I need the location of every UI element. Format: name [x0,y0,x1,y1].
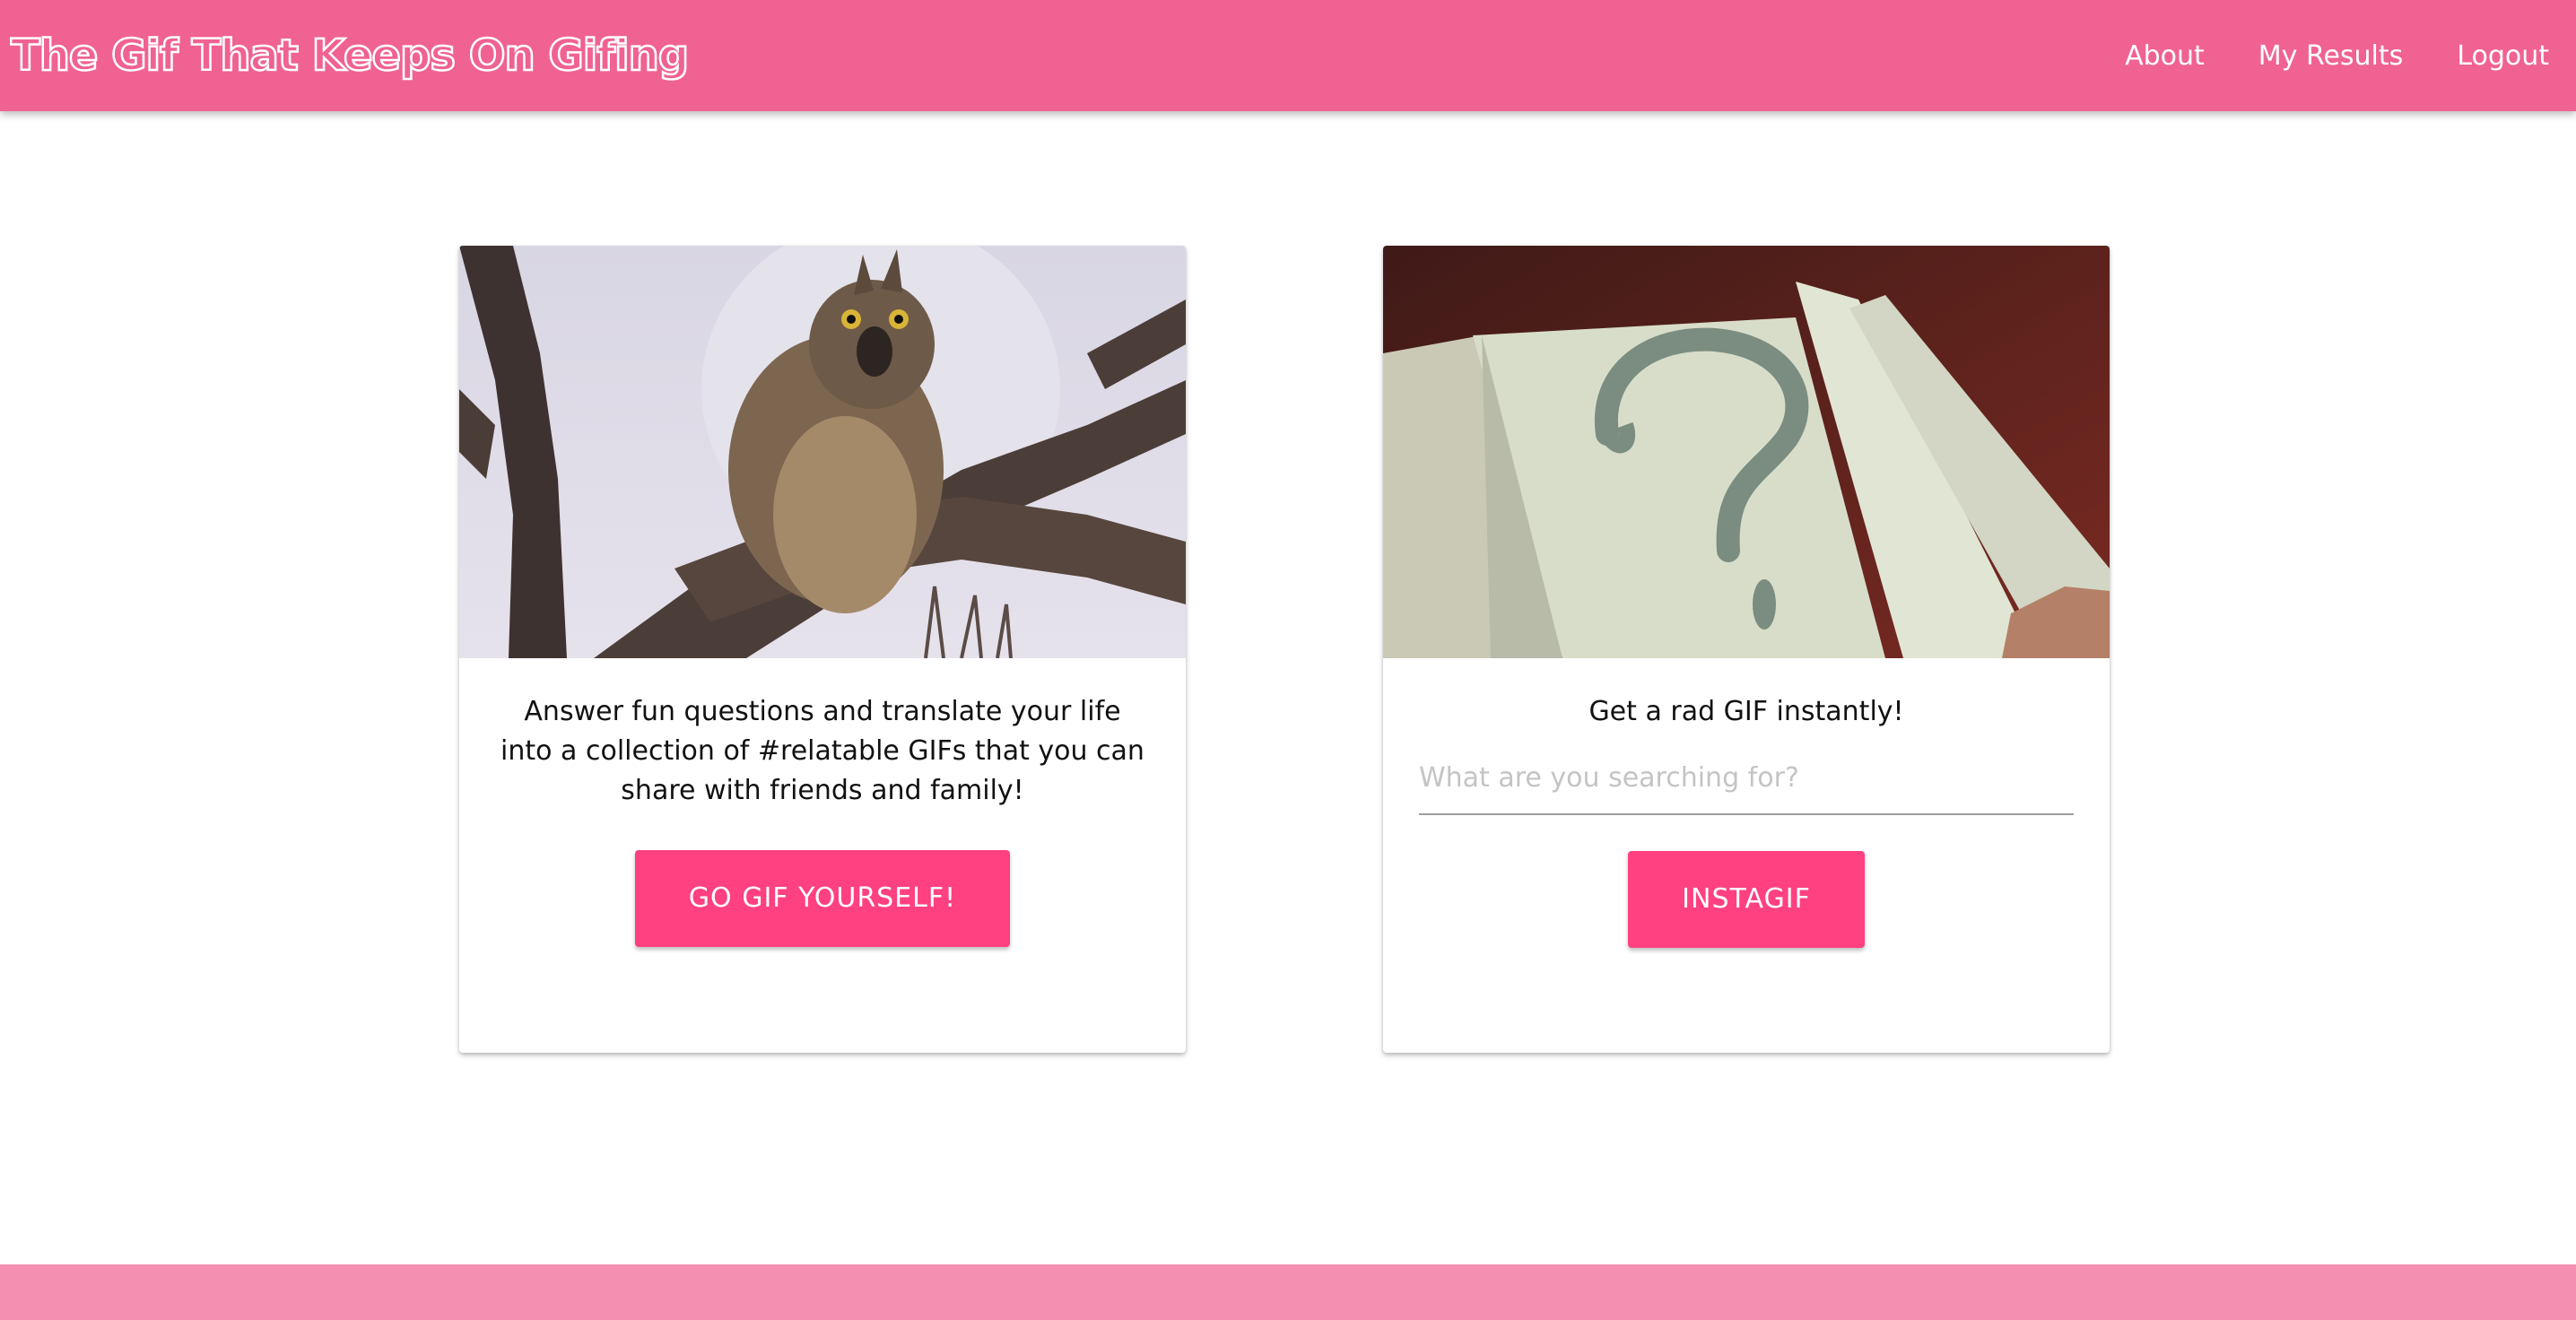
nav-links: About My Results Logout [2071,40,2549,72]
quiz-description: Answer fun questions and translate your … [500,696,1144,806]
instagif-card-content: Get a rad GIF instantly! INSTAGIF [1383,692,2110,948]
footer [0,1264,2576,1320]
go-gif-yourself-button[interactable]: GO GIF YOURSELF! [634,850,1011,947]
brand-logo[interactable]: The Gif That Keeps On Gifing [10,30,691,82]
navbar: The Gif That Keeps On Gifing About My Re… [0,0,2576,111]
gif-search-input[interactable] [1419,755,2074,815]
instagif-card: Get a rad GIF instantly! INSTAGIF [1383,246,2110,1053]
instagif-description: Get a rad GIF instantly! [1588,696,1904,727]
nav-link-logout[interactable]: Logout [2457,40,2549,72]
nav-link-about[interactable]: About [2125,40,2205,72]
owl-gif-image [459,246,1186,658]
instagif-button[interactable]: INSTAGIF [1628,851,1865,948]
quiz-card-content: Answer fun questions and translate your … [459,692,1186,947]
nav-link-my-results[interactable]: My Results [2258,40,2404,72]
quiz-card: Answer fun questions and translate your … [459,246,1186,1053]
question-mark-gif-image [1383,246,2110,658]
